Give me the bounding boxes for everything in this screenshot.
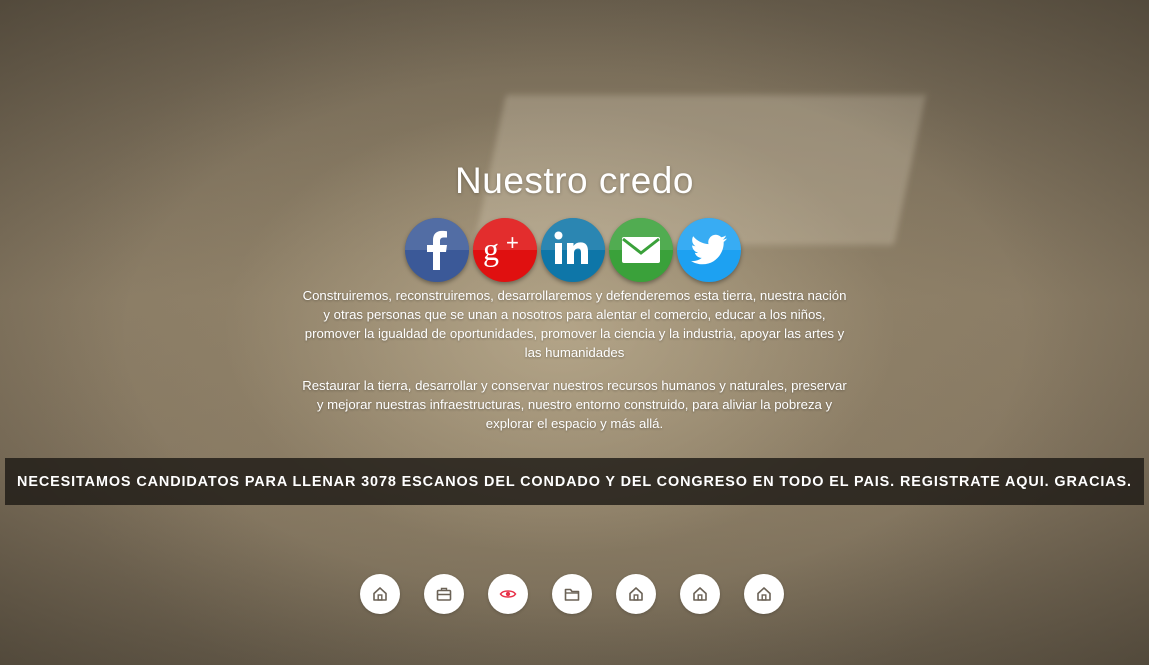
section-nav-dots <box>360 574 784 614</box>
svg-text:g: g <box>483 231 499 267</box>
nav-dot-home-2[interactable] <box>616 574 656 614</box>
folder-icon <box>564 588 580 601</box>
candidate-registration-banner[interactable]: NECESITAMOS CANDIDATOS PARA LLENAR 3078 … <box>5 458 1144 505</box>
nav-dot-home-3[interactable] <box>680 574 720 614</box>
nav-dot-eye-active[interactable] <box>488 574 528 614</box>
page-title: Nuestro credo <box>455 160 694 201</box>
twitter-icon <box>691 234 727 265</box>
home-icon <box>629 587 643 601</box>
google-plus-button[interactable]: g + <box>473 218 537 282</box>
twitter-button[interactable] <box>677 218 741 282</box>
nav-dot-home-1[interactable] <box>360 574 400 614</box>
nav-dot-folder[interactable] <box>552 574 592 614</box>
credo-paragraph-2: Restaurar la tierra, desarrollar y conse… <box>302 378 847 431</box>
facebook-icon <box>427 230 447 270</box>
briefcase-icon <box>436 587 452 601</box>
eye-icon <box>499 590 517 598</box>
nav-dot-briefcase[interactable] <box>424 574 464 614</box>
email-button[interactable] <box>609 218 673 282</box>
google-plus-icon: g + <box>483 230 519 267</box>
nav-dot-home-4[interactable] <box>744 574 784 614</box>
credo-paragraph-1: Construiremos, reconstruiremos, desarrol… <box>302 288 847 360</box>
home-icon <box>757 587 771 601</box>
mail-icon <box>622 237 660 263</box>
home-icon <box>693 587 707 601</box>
linkedin-icon <box>554 231 588 264</box>
svg-text:+: + <box>506 230 519 255</box>
home-icon <box>373 587 387 601</box>
facebook-button[interactable] <box>405 218 469 282</box>
social-share-bar: g + <box>405 218 745 284</box>
linkedin-button[interactable] <box>541 218 605 282</box>
